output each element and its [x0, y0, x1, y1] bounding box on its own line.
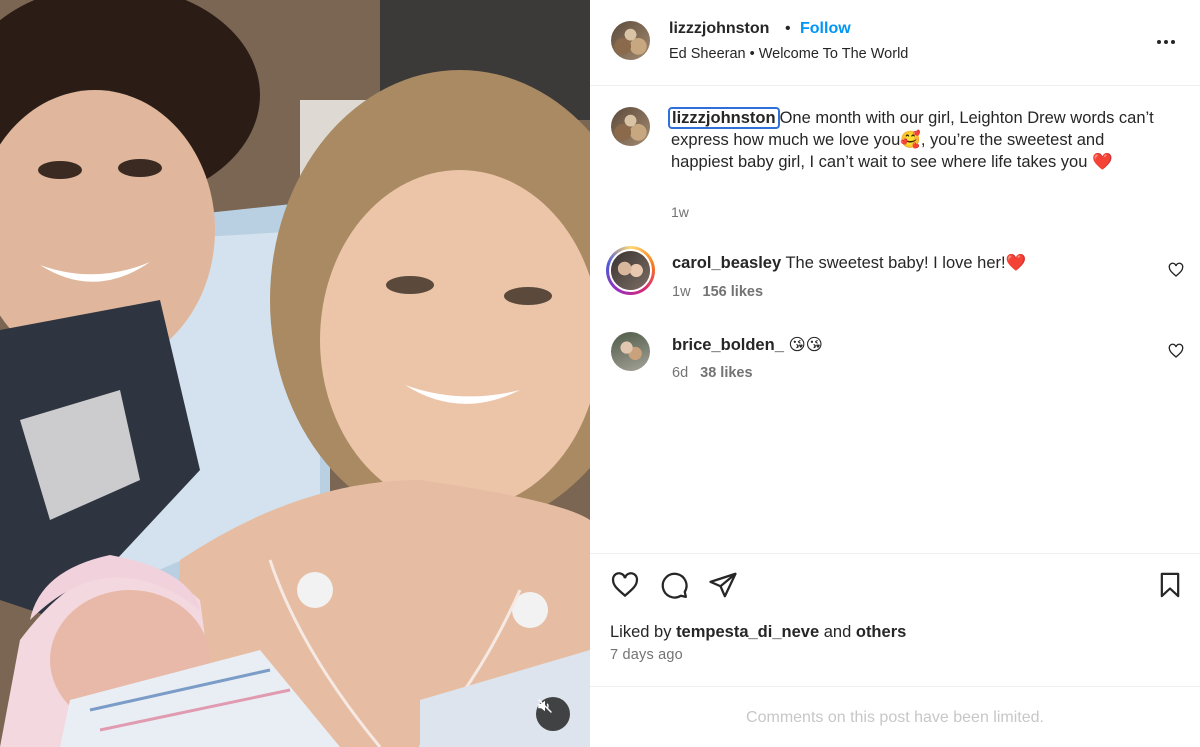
comment-text: 😘😘: [788, 336, 823, 354]
more-horizontal-icon: [1157, 40, 1175, 44]
separator-dot: •: [785, 20, 791, 37]
post-actions: Liked by tempesta_di_neve and others 7 d…: [590, 553, 1200, 747]
comment-like-button[interactable]: [1168, 343, 1184, 364]
caption-author-avatar[interactable]: [611, 107, 650, 146]
comment-time[interactable]: 1w: [672, 284, 691, 300]
author-avatar[interactable]: [611, 21, 650, 60]
caption-text-block: lizzzjohnston One month with our girl, Le…: [668, 107, 1171, 173]
commenter-avatar[interactable]: [611, 332, 650, 371]
speaker-muted-icon: [538, 699, 552, 713]
post-date[interactable]: 7 days ago: [610, 647, 683, 663]
liked-by-and: and: [823, 623, 852, 641]
liked-by-summary: Liked by tempesta_di_neve and others: [610, 623, 906, 642]
comment-meta: 6d 38 likes: [672, 365, 753, 381]
comment-likes[interactable]: 38 likes: [700, 365, 752, 381]
comment-bubble-icon: [661, 572, 688, 599]
comment-line: brice_bolden_ 😘😘: [672, 335, 823, 355]
comments-limited-notice: Comments on this post have been limited.: [590, 686, 1200, 747]
share-button[interactable]: [708, 570, 738, 605]
mute-button[interactable]: [536, 697, 570, 731]
post-photo: [0, 0, 590, 747]
bookmark-icon: [1160, 572, 1180, 598]
comment-button[interactable]: [659, 570, 689, 605]
heart-icon: [1168, 343, 1184, 358]
audio-track-link[interactable]: Ed Sheeran • Welcome To The World: [669, 46, 908, 62]
like-button[interactable]: [610, 570, 640, 605]
caption-username[interactable]: lizzzjohnston: [668, 107, 780, 129]
follow-button[interactable]: Follow: [800, 20, 851, 38]
comment-line: carol_beasley The sweetest baby! I love …: [672, 254, 1026, 273]
comment-like-button[interactable]: [1168, 262, 1184, 283]
comment-meta: 1w 156 likes: [672, 284, 763, 300]
caption-timestamp[interactable]: 1w: [671, 204, 689, 220]
author-username[interactable]: lizzzjohnston: [669, 20, 769, 38]
comment-username[interactable]: carol_beasley: [672, 254, 781, 272]
more-options-button[interactable]: [1156, 30, 1176, 59]
save-button[interactable]: [1156, 570, 1184, 605]
post-header: lizzzjohnston • Follow Ed Sheeran • Welc…: [590, 0, 1200, 86]
comment-item: carol_beasley The sweetest baby! I love …: [590, 246, 1200, 316]
commenter-avatar-story-ring[interactable]: [606, 246, 655, 295]
liked-by-others[interactable]: others: [856, 623, 906, 641]
comment-text: The sweetest baby! I love her!❤️: [785, 254, 1027, 272]
paper-plane-icon: [709, 572, 737, 598]
liked-by-prefix: Liked by: [610, 623, 672, 641]
liked-by-user[interactable]: tempesta_di_neve: [676, 623, 819, 641]
heart-icon: [611, 572, 639, 598]
post-media[interactable]: [0, 0, 590, 747]
post-side-panel: lizzzjohnston • Follow Ed Sheeran • Welc…: [590, 0, 1200, 747]
comment-item: brice_bolden_ 😘😘 6d 38 likes: [590, 327, 1200, 397]
heart-icon: [1168, 262, 1184, 277]
comment-likes[interactable]: 156 likes: [703, 284, 763, 300]
comment-time[interactable]: 6d: [672, 365, 688, 381]
comment-username[interactable]: brice_bolden_: [672, 336, 784, 354]
